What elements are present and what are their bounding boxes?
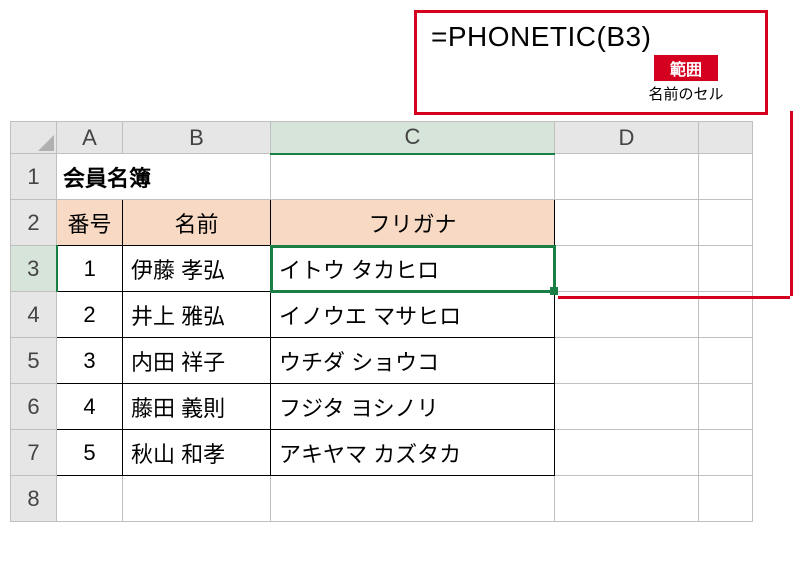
cell-E3[interactable] (699, 246, 753, 292)
callout-connector-horizontal (558, 296, 790, 299)
col-header-C[interactable]: C (271, 122, 555, 154)
range-badge-caption: 名前のセル (648, 83, 723, 104)
cell-D2[interactable] (555, 200, 699, 246)
row-2: 2 番号 名前 フリガナ (11, 200, 753, 246)
cell-E5[interactable] (699, 338, 753, 384)
row-5: 5 3 内田 祥子 ウチダ ショウコ (11, 338, 753, 384)
row-header-2[interactable]: 2 (11, 200, 57, 246)
header-name[interactable]: 名前 (123, 200, 271, 246)
fill-handle[interactable] (550, 287, 558, 295)
row-header-1[interactable]: 1 (11, 154, 57, 200)
col-header-A[interactable]: A (57, 122, 123, 154)
cell-A5[interactable]: 3 (57, 338, 123, 384)
cell-D5[interactable] (555, 338, 699, 384)
col-header-D[interactable]: D (555, 122, 699, 154)
cell-C3-value: イトウ タカヒロ (279, 258, 439, 283)
cell-C4[interactable]: イノウエ マサヒロ (271, 292, 555, 338)
row-6: 6 4 藤田 義則 フジタ ヨシノリ (11, 384, 753, 430)
formula-ref: B3 (606, 21, 641, 53)
row-header-4[interactable]: 4 (11, 292, 57, 338)
cell-A4[interactable]: 2 (57, 292, 123, 338)
spreadsheet-grid[interactable]: A B C D 1 会員名簿 2 番号 名前 フリガナ 3 1 伊藤 孝弘 イト… (10, 121, 753, 522)
cell-D8[interactable] (555, 476, 699, 522)
cell-A3[interactable]: 1 (57, 246, 123, 292)
select-all-corner[interactable] (11, 122, 57, 154)
row-header-8[interactable]: 8 (11, 476, 57, 522)
row-header-7[interactable]: 7 (11, 430, 57, 476)
cell-E2[interactable] (699, 200, 753, 246)
cell-B4[interactable]: 井上 雅弘 (123, 292, 271, 338)
cell-C1[interactable] (271, 154, 555, 200)
cell-D3[interactable] (555, 246, 699, 292)
col-header-B[interactable]: B (123, 122, 271, 154)
cell-D6[interactable] (555, 384, 699, 430)
row-header-3[interactable]: 3 (11, 246, 57, 292)
cell-C5[interactable]: ウチダ ショウコ (271, 338, 555, 384)
callout-connector-vertical (790, 111, 793, 296)
cell-C7[interactable]: アキヤマ カズタカ (271, 430, 555, 476)
cell-A7[interactable]: 5 (57, 430, 123, 476)
cell-C3-selected[interactable]: イトウ タカヒロ (271, 246, 555, 292)
row-header-5[interactable]: 5 (11, 338, 57, 384)
row-7: 7 5 秋山 和孝 アキヤマ カズタカ (11, 430, 753, 476)
cell-D7[interactable] (555, 430, 699, 476)
range-badge: 範囲 (654, 55, 718, 81)
row-3: 3 1 伊藤 孝弘 イトウ タカヒロ (11, 246, 753, 292)
formula-callout-wrap: =PHONETIC( B3 ) 範囲 名前のセル (10, 10, 790, 115)
cell-A6[interactable]: 4 (57, 384, 123, 430)
formula-text: =PHONETIC( B3 ) (431, 21, 751, 53)
cell-B3[interactable]: 伊藤 孝弘 (123, 246, 271, 292)
cell-B6[interactable]: 藤田 義則 (123, 384, 271, 430)
cell-A8[interactable] (57, 476, 123, 522)
cell-D1[interactable] (555, 154, 699, 200)
cell-E1[interactable] (699, 154, 753, 200)
cell-B7[interactable]: 秋山 和孝 (123, 430, 271, 476)
col-header-E[interactable] (699, 122, 753, 154)
cell-B5[interactable]: 内田 祥子 (123, 338, 271, 384)
formula-arg-badge-row: 範囲 名前のセル (636, 55, 736, 104)
header-num[interactable]: 番号 (57, 200, 123, 246)
formula-suffix: ) (642, 21, 652, 52)
formula-prefix: =PHONETIC( (431, 21, 606, 52)
cell-E7[interactable] (699, 430, 753, 476)
formula-callout: =PHONETIC( B3 ) 範囲 名前のセル (414, 10, 768, 115)
row-1: 1 会員名簿 (11, 154, 753, 200)
sheet-title[interactable]: 会員名簿 (57, 154, 271, 200)
cell-E8[interactable] (699, 476, 753, 522)
cell-C6[interactable]: フジタ ヨシノリ (271, 384, 555, 430)
column-header-row: A B C D (11, 122, 753, 154)
row-8: 8 (11, 476, 753, 522)
cell-C8[interactable] (271, 476, 555, 522)
row-header-6[interactable]: 6 (11, 384, 57, 430)
cell-B8[interactable] (123, 476, 271, 522)
cell-E6[interactable] (699, 384, 753, 430)
header-furigana[interactable]: フリガナ (271, 200, 555, 246)
